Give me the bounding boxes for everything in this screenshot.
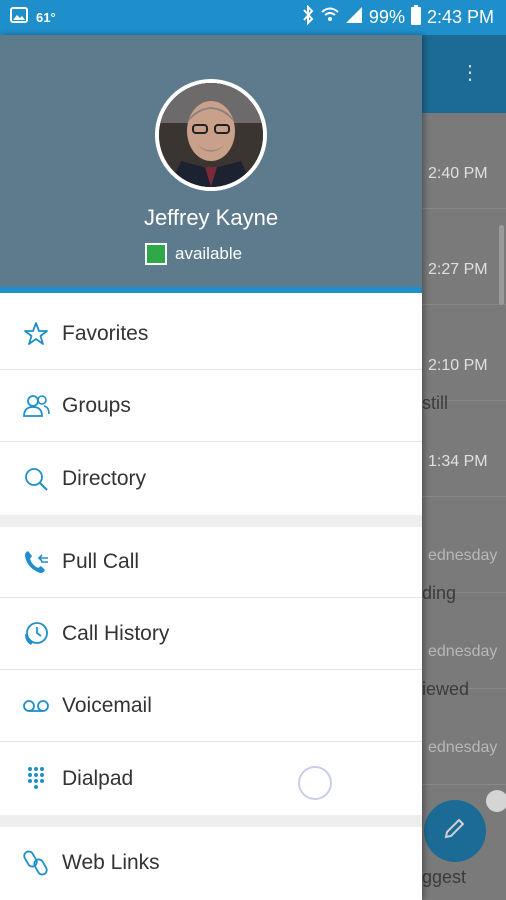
pull-call-icon — [22, 548, 50, 576]
pencil-icon — [443, 816, 467, 846]
presence-indicator-icon — [145, 243, 167, 265]
search-icon — [22, 465, 50, 493]
menu-item-web-links[interactable]: Web Links — [0, 827, 422, 898]
background-app: ⋮ 2:40 PM 2:27 PM 2:10 PM still 1:34 PM … — [422, 35, 506, 900]
drawer-header: Jeffrey Kayne available — [0, 35, 422, 293]
list-item[interactable]: ednesday ding — [422, 497, 506, 603]
signal-icon — [345, 6, 363, 29]
list-item[interactable]: 2:10 PM still — [422, 305, 506, 413]
menu-item-call-history[interactable]: Call History — [0, 599, 422, 670]
menu-item-label: Call History — [62, 622, 170, 645]
menu-item-pull-call[interactable]: Pull Call — [0, 527, 422, 598]
wifi-icon — [321, 6, 339, 29]
menu-item-dialpad[interactable]: Dialpad — [0, 743, 422, 814]
list-item[interactable]: 2:27 PM — [422, 209, 506, 305]
clock: 2:43 PM — [426, 7, 494, 27]
battery-icon — [410, 5, 421, 30]
avatar[interactable] — [155, 79, 267, 191]
status-bar: 61° 99% 2:43 PM — [0, 0, 506, 35]
menu-item-label: Dialpad — [62, 766, 134, 790]
menu-item-directory[interactable]: Directory — [0, 443, 422, 514]
star-icon — [22, 320, 50, 348]
battery-percent: 99% — [368, 7, 405, 27]
section-divider — [0, 815, 422, 827]
menu-item-label: Groups — [62, 394, 131, 417]
presence-label: available — [175, 244, 243, 263]
gallery-icon — [10, 7, 28, 28]
menu-item-label: Voicemail — [62, 694, 152, 717]
navigation-drawer: Jeffrey Kayne available Favorites Groups… — [0, 35, 422, 900]
scrollbar[interactable] — [499, 225, 504, 305]
menu-item-label: Favorites — [62, 322, 149, 345]
menu-item-groups[interactable]: Groups — [0, 371, 422, 442]
call-history-icon — [22, 620, 50, 648]
user-name: Jeffrey Kayne — [143, 205, 279, 230]
group-icon — [22, 392, 50, 420]
list-item[interactable]: 1:34 PM — [422, 401, 506, 497]
menu-item-voicemail[interactable]: Voicemail — [0, 671, 422, 742]
list-item[interactable]: ednesday iewed — [422, 593, 506, 699]
menu-item-label: Directory — [62, 466, 147, 490]
list-item[interactable]: 2:40 PM — [422, 113, 506, 209]
section-divider — [0, 515, 422, 527]
overflow-menu-icon[interactable]: ⋮ — [460, 63, 480, 83]
bluetooth-icon — [301, 4, 315, 30]
edge-handle[interactable] — [486, 790, 506, 812]
dialpad-icon — [22, 765, 50, 793]
temperature: 61° — [36, 10, 56, 25]
menu-item-label: Pull Call — [62, 550, 140, 573]
background-toolbar: ⋮ — [422, 35, 506, 113]
link-icon — [22, 849, 50, 877]
list-item[interactable]: ednesday — [422, 689, 506, 785]
voicemail-icon — [22, 692, 50, 720]
menu-item-label: Web Links — [62, 850, 160, 874]
presence-status[interactable]: available — [145, 243, 242, 265]
touch-ripple — [298, 766, 332, 800]
compose-button[interactable] — [424, 800, 486, 862]
menu-item-favorites[interactable]: Favorites — [0, 299, 422, 370]
